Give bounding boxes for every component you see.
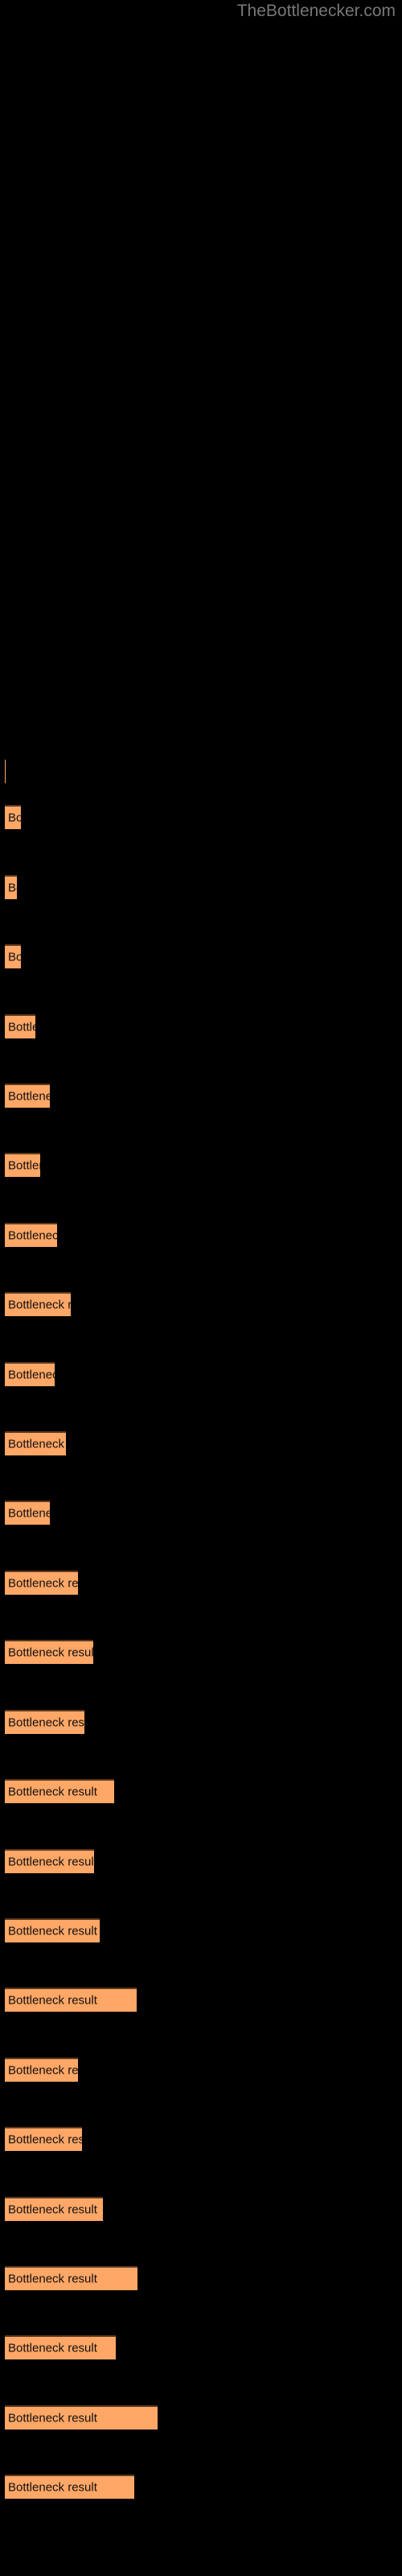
bottleneck-chart-page: TheBottlenecker.com Bottleneck resultBot…: [0, 0, 402, 2576]
bar-row: Bottleneck result: [5, 1710, 84, 1734]
bar: Bottleneck result: [5, 1988, 137, 2012]
bar-label: Bottleneck result: [8, 1368, 55, 1382]
bar-label: Bottleneck result: [8, 2411, 97, 2425]
bar-label: Bottleneck result: [8, 1785, 97, 1799]
bar-row: Bottleneck result: [5, 1292, 71, 1316]
bar-label: Bottleneck result: [8, 1158, 40, 1173]
bar: Bottleneck result: [5, 1223, 57, 1247]
bar-label: Bottleneck result: [8, 2341, 97, 2355]
bar-label: Bottleneck result: [8, 881, 17, 895]
bar-row: Bottleneck result: [5, 2127, 82, 2151]
bar-label: Bottleneck result: [8, 950, 21, 964]
bar: Bottleneck result: [5, 1362, 55, 1386]
bar: Bottleneck result: [5, 2197, 103, 2221]
bar: Bottleneck result: [5, 2475, 134, 2499]
bar-row: Bottleneck result: [5, 1849, 94, 1873]
bar-label: Bottleneck result: [8, 1089, 50, 1104]
bar-label: Bottleneck result: [8, 1924, 97, 1938]
bar: Bottleneck result: [5, 1153, 40, 1177]
bar-row: Bottleneck result: [5, 1223, 57, 1247]
bar-row: Bottleneck result: [5, 1362, 55, 1386]
bar: Bottleneck result: [5, 1292, 71, 1316]
bar-row: Bottleneck result: [5, 1431, 66, 1455]
bar-row: Bottleneck result: [5, 1153, 40, 1177]
bar-row: Bottleneck result: [5, 1084, 50, 1108]
bar-row: Bottleneck result: [5, 805, 21, 829]
bar-label: Bottleneck result: [8, 811, 21, 825]
bar-label: Bottleneck result: [8, 1645, 93, 1660]
bar-row: Bottleneck result: [5, 2335, 116, 2359]
bar-row: Bottleneck result: [5, 1918, 100, 1942]
bar-label: Bottleneck result: [8, 1855, 94, 1869]
bar-row: Bottleneck result: [5, 2058, 78, 2082]
bar-label: Bottleneck result: [8, 1506, 50, 1521]
bar-row: Bottleneck result: [5, 1571, 78, 1595]
bar: Bottleneck result: [5, 1431, 66, 1455]
bar: Bottleneck result: [5, 1849, 94, 1873]
bar-label: Bottleneck result: [8, 1437, 66, 1451]
bar-label: Bottleneck result: [8, 1298, 71, 1312]
bar: Bottleneck result: [5, 1710, 84, 1734]
bar-label: Bottleneck result: [8, 2272, 97, 2286]
bar: Bottleneck result: [5, 759, 6, 783]
bar-row: Bottleneck result: [5, 1640, 93, 1664]
horizontal-bar-chart: Bottleneck result Bottleneck result Bottle…: [0, 0, 402, 2576]
bar-row: Bottleneck result: [5, 2266, 137, 2290]
bar-label: Bottleneck result: [8, 1993, 97, 2008]
bar: Bottleneck result: [5, 2405, 158, 2429]
bar: Bottleneck result: [5, 1014, 35, 1038]
bar: Bottleneck result: [5, 1640, 93, 1664]
bar-label: Bottleneck result: [8, 2063, 78, 2078]
bar-label: Bottleneck result: [8, 1576, 78, 1591]
bar-row: Bottleneck result: [5, 1779, 114, 1803]
bar-label: Bottleneck result: [8, 1020, 35, 1034]
bar-row: Bottleneck result: [5, 1501, 50, 1525]
bar-label: Bottleneck result: [8, 1228, 57, 1243]
bar: Bottleneck result: [5, 2266, 137, 2290]
bar: Bottleneck result: [5, 1084, 50, 1108]
bar: Bottleneck result: [5, 2335, 116, 2359]
bar: Bottleneck result: [5, 805, 21, 829]
bar-row: Bottleneck result: [5, 2475, 134, 2499]
bar: Bottleneck result: [5, 1779, 114, 1803]
bar-label: Bottleneck result: [8, 2202, 97, 2217]
bar: Bottleneck result: [5, 2127, 82, 2151]
bar-row: Bottleneck result: [5, 875, 17, 899]
bar: Bottleneck result: [5, 875, 17, 899]
bar-row: Bottleneck result: [5, 1988, 137, 2012]
bar-label: Bottleneck result: [8, 2132, 82, 2147]
bar-row: Bottleneck result: [5, 759, 6, 783]
bar: Bottleneck result: [5, 944, 21, 968]
bar-row: Bottleneck result: [5, 2405, 158, 2429]
bar: Bottleneck result: [5, 1918, 100, 1942]
bar: Bottleneck result: [5, 1501, 50, 1525]
bar-row: Bottleneck result: [5, 944, 21, 968]
bar-label: Bottleneck result: [8, 1715, 84, 1730]
bar: Bottleneck result: [5, 1571, 78, 1595]
bar-row: Bottleneck result: [5, 1014, 35, 1038]
bar-label: Bottleneck result: [8, 2480, 97, 2495]
bar-row: Bottleneck result: [5, 2197, 103, 2221]
bar: Bottleneck result: [5, 2058, 78, 2082]
